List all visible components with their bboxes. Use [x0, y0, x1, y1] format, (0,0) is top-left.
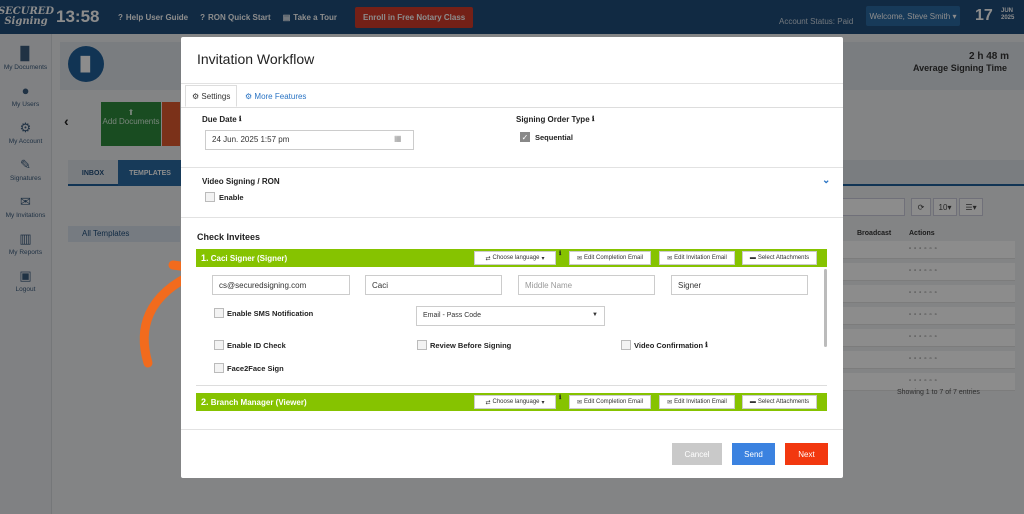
- caret-down-icon: ▼: [592, 312, 598, 318]
- envelope-icon: ✉: [576, 399, 582, 406]
- info-icon: ℹ: [559, 395, 562, 401]
- divider: [181, 217, 843, 218]
- invitee-first-name-input[interactable]: Caci: [365, 275, 502, 295]
- invitee-middle-name-input[interactable]: Middle Name: [518, 275, 655, 295]
- face2face-label: Face2Face Sign: [227, 364, 284, 373]
- choose-language-select[interactable]: ⇄ Choose language ▾: [474, 251, 556, 265]
- chevron-down-icon[interactable]: ⌄: [822, 175, 830, 186]
- sequential-label: Sequential: [535, 133, 573, 142]
- video-confirmation-text: Video Confirmation: [634, 341, 704, 350]
- tab-more-features-label: More Features: [254, 91, 307, 101]
- select-attachments-button[interactable]: ▬ Select Attachments: [742, 251, 817, 265]
- video-signing-label: Video Signing / RON: [202, 177, 280, 186]
- id-check-label: Enable ID Check: [227, 341, 286, 350]
- tab-settings-label: Settings: [201, 91, 231, 101]
- due-date-input[interactable]: 24 Jun. 2025 1:57 pm: [205, 130, 414, 150]
- edit-invitation-email-label: Edit Invitation Email: [674, 399, 727, 405]
- video-enable-label: Enable: [219, 193, 244, 202]
- folder-icon: ▬: [749, 399, 756, 405]
- invitation-workflow-modal: Invitation Workflow ⚙ Settings ⚙ More Fe…: [181, 37, 843, 478]
- envelope-icon: ✉: [576, 255, 582, 262]
- due-date-label-text: Due Date: [202, 115, 237, 124]
- edit-invitation-email-button[interactable]: ✉ Edit Invitation Email: [659, 395, 735, 409]
- envelope-icon: ✉: [667, 255, 673, 262]
- edit-completion-email-label: Edit Completion Email: [584, 399, 644, 405]
- info-icon: ℹ: [591, 116, 595, 123]
- invitee-email-input[interactable]: cs@securedsigning.com: [212, 275, 350, 295]
- review-before-signing-checkbox[interactable]: [417, 340, 427, 350]
- video-confirmation-checkbox[interactable]: [621, 340, 631, 350]
- edit-completion-email-label: Edit Completion Email: [584, 255, 644, 261]
- invitee-2-number: 2.: [201, 397, 209, 407]
- invitee-bar-1[interactable]: 1. Caci Signer (Signer) ⇄ Choose languag…: [196, 249, 827, 267]
- tab-settings[interactable]: ⚙ Settings: [185, 85, 238, 107]
- select-attachments-button[interactable]: ▬ Select Attachments: [742, 395, 817, 409]
- divider: [181, 429, 843, 430]
- invitee-1-name-text: Caci Signer (Signer): [210, 254, 288, 263]
- caret-down-icon: ▾: [541, 255, 545, 262]
- translate-icon: ⇄: [485, 399, 491, 406]
- signing-order-label-text: Signing Order Type: [516, 115, 590, 124]
- edit-completion-email-button[interactable]: ✉ Edit Completion Email: [569, 395, 651, 409]
- next-button[interactable]: Next: [785, 443, 828, 465]
- cancel-button[interactable]: Cancel: [672, 443, 722, 465]
- invitee-1-name: 1. Caci Signer (Signer): [201, 253, 287, 263]
- info-icon: ℹ: [559, 251, 562, 257]
- gear-icon: ⚙: [192, 91, 202, 101]
- info-icon: ℹ: [238, 116, 242, 123]
- invitee-2-name-text: Branch Manager (Viewer): [210, 398, 307, 407]
- edit-invitation-email-button[interactable]: ✉ Edit Invitation Email: [659, 251, 735, 265]
- modal-title: Invitation Workflow: [197, 51, 315, 67]
- signing-order-label: Signing Order Type ℹ: [516, 115, 595, 124]
- sms-notification-checkbox[interactable]: [214, 308, 224, 318]
- review-before-signing-label: Review Before Signing: [430, 341, 512, 350]
- envelope-icon: ✉: [667, 399, 673, 406]
- calendar-icon[interactable]: ▦: [394, 134, 402, 143]
- invitees-scrollbar[interactable]: [824, 269, 827, 347]
- invitee-2-name: 2. Branch Manager (Viewer): [201, 397, 307, 407]
- folder-icon: ▬: [749, 255, 756, 261]
- due-date-label: Due Date ℹ: [202, 115, 242, 124]
- invitee-1-details: cs@securedsigning.com Caci Middle Name S…: [196, 266, 827, 386]
- invitee-bar-2[interactable]: 2. Branch Manager (Viewer) ⇄ Choose lang…: [196, 393, 827, 411]
- divider: [181, 167, 843, 168]
- choose-language-label: Choose language: [492, 399, 540, 405]
- video-enable-checkbox[interactable]: [205, 192, 215, 202]
- caret-down-icon: ▾: [541, 399, 545, 406]
- edit-invitation-email-label: Edit Invitation Email: [674, 255, 727, 261]
- divider: [181, 107, 843, 108]
- authentication-value: Email - Pass Code: [423, 312, 481, 319]
- authentication-select[interactable]: Email - Pass Code ▼: [416, 306, 605, 326]
- choose-language-select[interactable]: ⇄ Choose language ▾: [474, 395, 556, 409]
- gears-icon: ⚙: [245, 91, 255, 101]
- select-attachments-label: Select Attachments: [757, 399, 810, 405]
- invitee-last-name-input[interactable]: Signer: [671, 275, 808, 295]
- info-icon: ℹ: [705, 342, 708, 349]
- id-check-checkbox[interactable]: [214, 340, 224, 350]
- send-button[interactable]: Send: [732, 443, 775, 465]
- sms-notification-label: Enable SMS Notification: [227, 309, 314, 318]
- select-attachments-label: Select Attachments: [757, 255, 810, 261]
- tab-more-features[interactable]: ⚙ More Features: [239, 85, 312, 107]
- edit-completion-email-button[interactable]: ✉ Edit Completion Email: [569, 251, 651, 265]
- choose-language-label: Choose language: [492, 255, 540, 261]
- check-invitees-label: Check Invitees: [197, 232, 261, 242]
- divider: [181, 83, 843, 84]
- video-confirmation-label: Video Confirmation ℹ: [634, 341, 708, 350]
- sequential-checkbox[interactable]: ✓: [520, 132, 530, 142]
- translate-icon: ⇄: [485, 255, 491, 262]
- face2face-checkbox[interactable]: [214, 363, 224, 373]
- invitee-1-number: 1.: [201, 253, 209, 263]
